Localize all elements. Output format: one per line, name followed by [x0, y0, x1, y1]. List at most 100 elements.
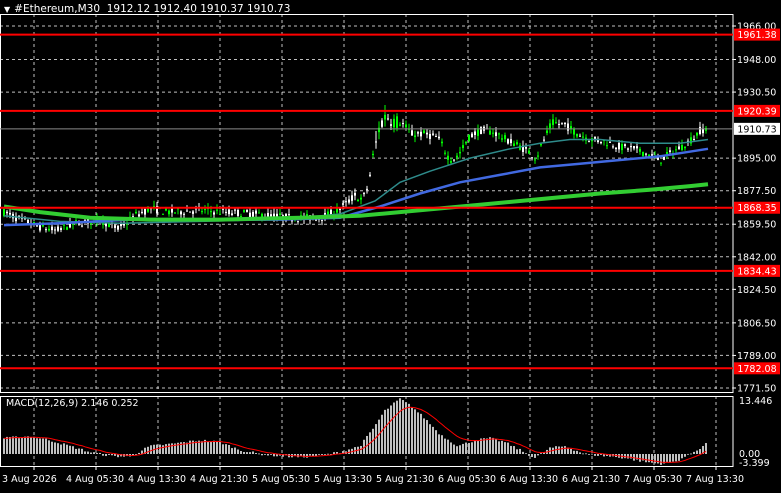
- macd-histogram-bar: [69, 445, 71, 454]
- macd-histogram-bar: [273, 454, 275, 457]
- macd-histogram-bar: [321, 454, 323, 455]
- candle-bull: [570, 126, 572, 129]
- macd-histogram-bar: [462, 443, 464, 454]
- macd-histogram-bar: [681, 454, 683, 459]
- candle-bull: [441, 141, 443, 144]
- macd-histogram-bar: [393, 402, 395, 454]
- macd-histogram-bar: [75, 448, 77, 454]
- macd-histogram-bar: [468, 442, 470, 454]
- candle-bear: [699, 126, 701, 134]
- candle-bull: [75, 220, 77, 222]
- candle-bear: [615, 147, 617, 150]
- time-tick-label: 7 Aug 13:30: [686, 474, 744, 485]
- candle-bear: [678, 146, 680, 150]
- level-price-label: 1961.38: [737, 30, 776, 41]
- candle-bear: [429, 133, 431, 139]
- macd-histogram-bar: [582, 453, 584, 455]
- candle-bear: [426, 132, 428, 135]
- chart-window[interactable]: 1966.00 1948.00 1930.50 1895.00 1877.50 1859.…: [0, 0, 781, 489]
- candle-bear: [183, 213, 185, 215]
- macd-histogram-bar: [432, 426, 434, 454]
- candle-bear: [369, 174, 371, 176]
- macd-histogram-bar: [528, 454, 530, 456]
- candle-bull: [492, 132, 494, 134]
- macd-histogram-bar: [441, 435, 443, 454]
- macd-histogram-bar: [60, 444, 62, 454]
- candle-bull: [504, 135, 506, 140]
- candle-bull: [465, 141, 467, 144]
- candle-bear: [495, 132, 497, 137]
- macd-histogram-bar: [519, 448, 521, 454]
- macd-histogram-bar: [435, 430, 437, 454]
- candle-bull: [279, 213, 281, 215]
- macd-histogram-bar: [654, 454, 656, 464]
- chart-canvas[interactable]: 1966.001948.001930.501895.001877.501859.…: [0, 0, 781, 489]
- macd-histogram-bar: [186, 442, 188, 454]
- macd-histogram-bar: [108, 454, 110, 455]
- candle-bear: [480, 127, 482, 135]
- macd-histogram-bar: [243, 451, 245, 454]
- candle-bull: [447, 155, 449, 160]
- macd-histogram-bar: [96, 453, 98, 454]
- price-tick-label: 1877.50: [737, 186, 776, 197]
- macd-histogram-bar: [624, 454, 626, 459]
- macd-histogram-bar: [135, 454, 137, 455]
- candle-bear: [213, 212, 215, 215]
- candle-bear: [561, 122, 563, 124]
- candle-bear: [474, 131, 476, 135]
- candle-bear: [471, 133, 473, 138]
- macd-histogram-bar: [480, 438, 482, 454]
- macd-histogram-bar: [84, 451, 86, 454]
- candle-bull: [459, 151, 461, 154]
- candle-bear: [507, 139, 509, 144]
- candle-bull: [399, 124, 401, 126]
- macd-indicator-label: MACD(12,26,9) 2.146 0.252: [6, 398, 139, 409]
- macd-histogram-bar: [699, 449, 701, 454]
- macd-histogram-bar: [534, 454, 536, 458]
- macd-histogram-bar: [147, 446, 149, 454]
- macd-histogram-bar: [507, 442, 509, 454]
- macd-histogram-bar: [447, 439, 449, 454]
- macd-histogram-bar: [420, 413, 422, 454]
- macd-histogram-bar: [384, 409, 386, 454]
- macd-histogram-bar: [627, 454, 629, 459]
- macd-histogram-bar: [255, 452, 257, 454]
- menu-triangle-icon[interactable]: ▼: [4, 5, 10, 14]
- macd-histogram-bar: [24, 436, 26, 454]
- candle-bull: [135, 211, 137, 214]
- candle-bear: [321, 219, 323, 221]
- macd-histogram-bar: [579, 452, 581, 454]
- current-price-label: 1910.73: [737, 124, 776, 135]
- macd-histogram-bar: [669, 454, 671, 463]
- time-tick-label: 4 Aug 21:30: [190, 474, 248, 485]
- candle-bull: [639, 148, 641, 152]
- candle-bull: [63, 224, 65, 226]
- candle-bear: [138, 214, 140, 217]
- time-tick-label: 3 Aug 2026: [2, 474, 57, 485]
- candle-bear: [375, 141, 377, 143]
- candle-bear: [669, 150, 671, 152]
- macd-histogram-bar: [564, 446, 566, 454]
- macd-histogram-bar: [516, 449, 518, 454]
- macd-histogram-bar: [684, 454, 686, 457]
- candle-bear: [339, 208, 341, 210]
- macd-histogram-bar: [159, 444, 161, 454]
- macd-histogram-bar: [456, 446, 458, 454]
- candle-bear: [180, 211, 182, 215]
- price-tick-label: 1789.00: [737, 351, 776, 362]
- candle-bull: [168, 210, 170, 215]
- macd-histogram-bar: [510, 445, 512, 454]
- macd-histogram-bar: [15, 436, 17, 454]
- candle-bull: [681, 145, 683, 150]
- macd-histogram-bar: [672, 454, 674, 462]
- macd-histogram-bar: [150, 445, 152, 454]
- macd-histogram-bar: [450, 442, 452, 454]
- candle-bull: [174, 212, 176, 214]
- macd-histogram-bar: [693, 451, 695, 454]
- macd-histogram-bar: [387, 408, 389, 454]
- chart-header: ▼ #Ethereum,M30 1912.12 1912.40 1910.37 1…: [4, 3, 290, 15]
- moving-average-fast-line: [3, 138, 709, 225]
- candle-bear: [633, 145, 635, 149]
- macd-histogram-bar: [438, 434, 440, 454]
- candle-bull: [468, 134, 470, 142]
